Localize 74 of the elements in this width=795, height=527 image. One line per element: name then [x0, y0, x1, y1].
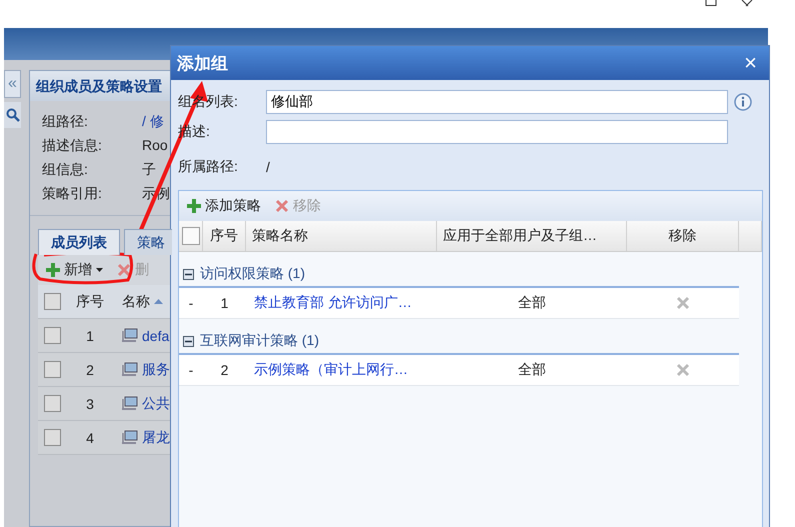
grid-row[interactable]: 2 服务 [38, 353, 172, 387]
plus-icon [46, 263, 60, 277]
column-header[interactable]: 应用于全部用户及子组… [437, 221, 627, 251]
table-cell: 公共 [114, 394, 172, 412]
table-cell-text: 1 [85, 328, 95, 344]
policy-row[interactable]: - 1 禁止教育部 允许访问广… 全部 [179, 286, 739, 319]
grid-row[interactable]: 3 公共 [38, 387, 172, 421]
tab[interactable]: 策略 [124, 229, 172, 255]
table-cell-text: - [188, 295, 194, 311]
checkbox[interactable] [44, 327, 60, 344]
computer-icon [122, 328, 138, 343]
panel-title: 组织成员及策略设置 [30, 71, 172, 101]
dialog-title: 添加组 [177, 52, 228, 74]
close-icon[interactable] [741, 0, 753, 7]
table-cell-text: 全部 [517, 361, 547, 379]
caret-icon [96, 268, 103, 272]
table-cell-text: - [188, 362, 194, 378]
table-cell-text: 全部 [517, 294, 547, 312]
tab[interactable]: 成员列表 [38, 229, 120, 255]
checkbox[interactable] [44, 293, 60, 310]
sort-icon [154, 299, 163, 304]
computer-icon [122, 430, 138, 445]
computer-icon [122, 362, 138, 377]
info-label: 策略引用: [42, 185, 103, 203]
search-button[interactable] [4, 102, 21, 128]
input-field[interactable] [266, 120, 728, 144]
table-cell-text: 2 [85, 362, 95, 378]
path-value: / [266, 159, 270, 175]
info-label: 组信息: [42, 161, 89, 179]
checkbox[interactable] [44, 361, 60, 378]
plus-icon [187, 199, 201, 213]
maximize-icon[interactable] [705, 0, 717, 6]
table-cell: defa [114, 328, 172, 344]
collapse-icon [183, 268, 194, 280]
grid-row[interactable]: 4 屠龙 [38, 421, 172, 455]
column-header[interactable]: 策略名称 [246, 221, 437, 251]
table-cell-text: 4 [85, 430, 95, 446]
column-header[interactable]: 序号 [66, 292, 114, 310]
remove-button[interactable] [676, 363, 690, 377]
column-header[interactable]: 移除 [627, 221, 739, 251]
table-cell-text: 1 [220, 295, 230, 311]
info-value: / 修 [142, 113, 165, 131]
checkbox[interactable] [44, 429, 60, 446]
info-icon[interactable] [734, 93, 752, 111]
group-header[interactable]: 访问权限策略 (1) [179, 252, 762, 286]
info-label: 组路径: [42, 113, 89, 131]
close-icon [117, 263, 131, 277]
info-value: 子 [142, 161, 157, 179]
info-value: Roo [142, 137, 169, 155]
field-label: 所属路径: [178, 158, 239, 176]
close-icon [676, 296, 690, 310]
info-label: 描述信息: [42, 137, 103, 155]
checkbox[interactable] [44, 395, 60, 412]
close-icon [676, 363, 690, 377]
close-button[interactable]: × [744, 50, 757, 76]
column-header[interactable]: 名称 [114, 292, 172, 310]
policy-row[interactable]: - 2 示例策略（审计上网行… 全部 [179, 353, 739, 386]
collapse-icon [183, 336, 194, 346]
table-cell: 服务 [114, 360, 172, 378]
policy-link[interactable]: 禁止教育部 允许访问广… [246, 294, 437, 312]
add-policy-button[interactable]: 添加策略 [183, 195, 265, 217]
table-cell-text: 3 [85, 396, 95, 412]
computer-icon [122, 396, 138, 411]
policy-link[interactable]: 示例策略（审计上网行… [246, 361, 437, 379]
checkbox[interactable] [182, 227, 200, 245]
grid-row[interactable]: 1 defa [38, 319, 172, 353]
table-cell: 屠龙 [114, 428, 172, 446]
remove-button[interactable] [676, 296, 690, 310]
column-header[interactable]: 序号 [203, 221, 246, 251]
input-field[interactable]: 修仙部 [266, 90, 728, 114]
group-header[interactable]: 互联网审计策略 (1) [179, 319, 762, 353]
table-cell-text: 2 [220, 362, 230, 378]
add-button[interactable]: 新增 [42, 259, 107, 281]
close-icon [275, 199, 289, 213]
